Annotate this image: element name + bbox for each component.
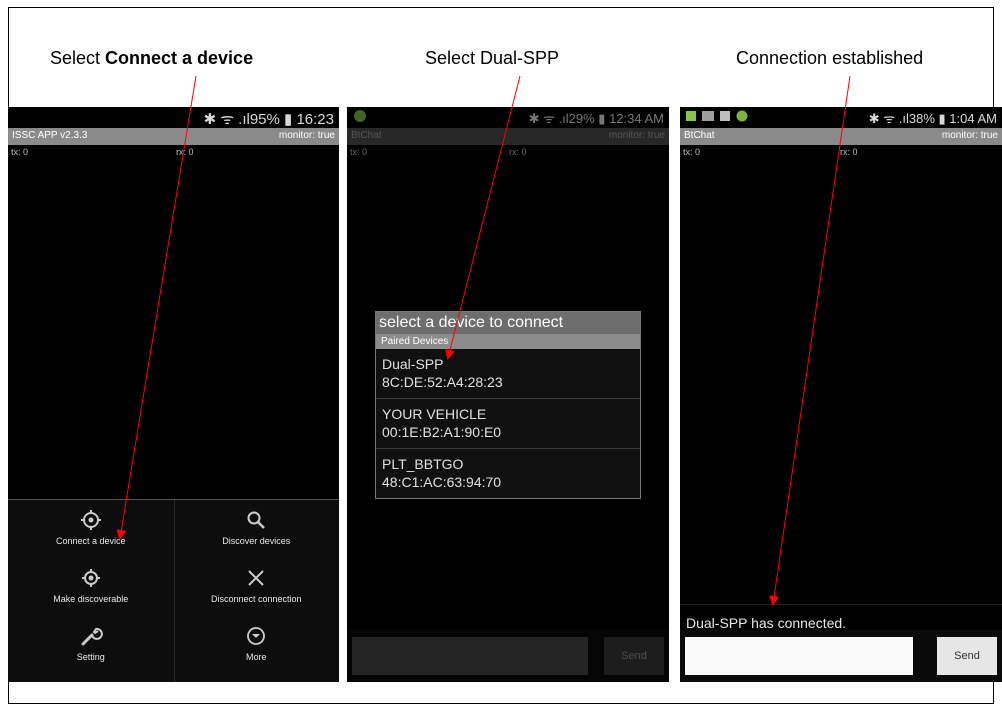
menu-item-label: More [245, 652, 267, 662]
search-icon [247, 511, 266, 529]
menu-item-setting[interactable]: Setting [8, 616, 174, 674]
app-title-bar: ISSC APP v2.3.3 monitor: true [8, 128, 339, 145]
device-item-plt-bbtgo[interactable]: PLT_BBTGO 48:C1:AC:63:94:70 [376, 449, 640, 499]
monitor-status: monitor: true [941, 130, 998, 141]
dialog-title: select a device to connect [376, 312, 640, 334]
phone-screen-3: ✱ ᯤ .ıl38% ▮ 1:04 AM BtChat monitor: tru… [680, 107, 1002, 682]
menu-item-label: Setting [76, 652, 105, 662]
menu-item-label: Connect a device [55, 536, 126, 546]
send-bar: Send [347, 630, 669, 682]
phone-screen-1: ✱ ᯤ .ıl95% ▮ 16:23 ISSC APP v2.3.3 monit… [8, 107, 339, 682]
phone-screen-2: ✱ ᯤ .ıl29% ▮ 12:34 AM BtChat monitor: tr… [347, 107, 669, 682]
android-icon [353, 109, 367, 126]
device-name: PLT_BBTGO [382, 456, 464, 472]
message-input[interactable] [685, 637, 913, 675]
close-icon [248, 570, 264, 586]
menu-item-discover-devices[interactable]: Discover devices [174, 500, 340, 558]
device-item-dual-spp[interactable]: Dual-SPP 8C:DE:52:A4:28:23 [376, 349, 640, 399]
device-picker-dialog: select a device to connect Paired Device… [375, 311, 641, 499]
app-title: BtChat [351, 130, 382, 141]
monitor-status: monitor: true [278, 130, 335, 141]
caption-connect: Select Connect a device [50, 48, 253, 69]
menu-item-connect-device[interactable]: Connect a device [8, 500, 174, 558]
send-bar: Send [680, 630, 1002, 682]
menu-item-more[interactable]: More [174, 616, 340, 674]
tx-counter: tx: 0 [683, 147, 701, 157]
chevron-down-circle-icon [247, 627, 266, 645]
dialog-subtitle: Paired Devices [376, 334, 640, 349]
notification-icons [686, 109, 750, 126]
app-title-bar: BtChat monitor: true [347, 128, 669, 145]
tx-counter: tx: 0 [350, 147, 368, 157]
app-title: ISSC APP v2.3.3 [12, 130, 88, 141]
status-bar: ✱ ᯤ .ıl95% ▮ 16:23 [8, 107, 339, 128]
device-item-your-vehicle[interactable]: YOUR VEHICLE 00:1E:B2:A1:90:E0 [376, 399, 640, 449]
send-button[interactable]: Send [604, 637, 664, 675]
status-right: ✱ ᯤ .ıl29% ▮ 12:34 AM [528, 111, 664, 126]
device-address: 00:1E:B2:A1:90:E0 [382, 424, 502, 440]
status-bar: ✱ ᯤ .ıl38% ▮ 1:04 AM [680, 107, 1002, 127]
rx-counter: rx: 0 [840, 147, 858, 157]
divider [680, 604, 1002, 605]
status-right: ✱ ᯤ .ıl38% ▮ 1:04 AM [868, 111, 997, 126]
options-menu: Connect a device Discover devices Make d… [8, 499, 339, 682]
tx-counter: tx: 0 [11, 147, 29, 157]
device-name: YOUR VEHICLE [382, 406, 487, 422]
device-name: Dual-SPP [382, 356, 444, 372]
device-address: 48:C1:AC:63:94:70 [382, 474, 502, 490]
monitor-status: monitor: true [608, 130, 665, 141]
target-icon [80, 510, 101, 530]
menu-item-label: Make discoverable [53, 594, 129, 604]
menu-item-make-discoverable[interactable]: Make discoverable [8, 558, 174, 616]
menu-item-label: Discover devices [222, 536, 291, 546]
radar-icon [81, 569, 100, 587]
rx-counter: rx: 0 [176, 147, 194, 157]
caption-select-dual-spp: Select Dual-SPP [425, 48, 560, 68]
message-input[interactable] [352, 637, 588, 675]
menu-item-label: Disconnect connection [210, 594, 302, 604]
rx-counter: rx: 0 [509, 147, 527, 157]
caption-connect-bold: Connect a device [105, 48, 254, 68]
app-title: BtChat [684, 130, 715, 141]
device-address: 8C:DE:52:A4:28:23 [382, 374, 503, 390]
wrench-icon [81, 627, 103, 646]
status-right: ✱ ᯤ .ıl95% ▮ 16:23 [203, 111, 334, 128]
caption-connection-established: Connection established [736, 48, 924, 68]
menu-item-disconnect[interactable]: Disconnect connection [174, 558, 340, 616]
send-button[interactable]: Send [937, 637, 997, 675]
app-title-bar: BtChat monitor: true [680, 128, 1002, 145]
caption-connect-prefix: Select [50, 48, 106, 68]
connection-message: Dual-SPP has connected. [686, 615, 847, 631]
status-bar: ✱ ᯤ .ıl29% ▮ 12:34 AM [347, 107, 669, 127]
